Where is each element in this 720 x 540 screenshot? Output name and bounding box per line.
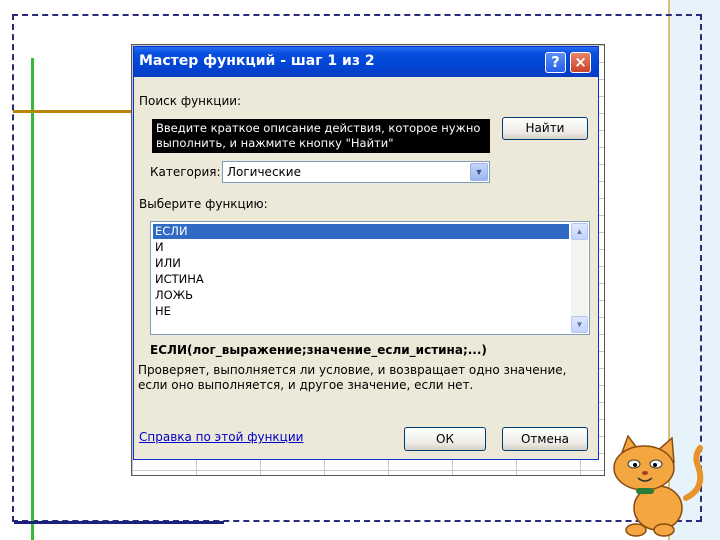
slide-gold-line <box>13 110 133 113</box>
ok-button[interactable]: ОК <box>404 427 486 451</box>
list-item[interactable]: ИЛИ <box>153 256 569 271</box>
cat-illustration <box>613 434 704 537</box>
list-scrollbar[interactable]: ▲ ▼ <box>571 223 588 333</box>
scroll-down-icon[interactable]: ▼ <box>571 316 588 333</box>
chevron-down-icon[interactable]: ▼ <box>470 163 488 181</box>
category-label: Категория: <box>150 165 221 179</box>
function-wizard-dialog: Мастер функций - шаг 1 из 2 ? × Поиск фу… <box>133 46 599 460</box>
dialog-titlebar[interactable]: Мастер функций - шаг 1 из 2 ? × <box>134 47 598 77</box>
slide-green-line <box>31 58 34 540</box>
list-item[interactable]: И <box>153 240 569 255</box>
slide-navy-line <box>14 521 224 524</box>
choose-function-label: Выберите функцию: <box>139 197 268 211</box>
cancel-button[interactable]: Отмена <box>502 427 588 451</box>
help-link[interactable]: Справка по этой функции <box>139 430 303 444</box>
scroll-up-icon[interactable]: ▲ <box>571 223 588 240</box>
close-icon[interactable]: × <box>570 52 591 73</box>
list-item[interactable]: НЕ <box>153 304 569 319</box>
function-signature: ЕСЛИ(лог_выражение;значение_если_истина;… <box>150 343 487 357</box>
category-select[interactable]: Логические ▼ <box>222 161 490 183</box>
function-list[interactable]: ЕСЛИ И ИЛИ ИСТИНА ЛОЖЬ НЕ ▲ ▼ <box>150 221 590 335</box>
category-value: Логические <box>227 165 301 179</box>
help-icon[interactable]: ? <box>545 52 566 73</box>
dialog-title: Мастер функций - шаг 1 из 2 <box>139 53 375 69</box>
find-button[interactable]: Найти <box>502 117 588 140</box>
function-description: Проверяет, выполняется ли условие, и воз… <box>138 363 567 392</box>
search-label: Поиск функции: <box>139 94 242 108</box>
list-item[interactable]: ЕСЛИ <box>153 224 569 239</box>
list-item[interactable]: ИСТИНА <box>153 272 569 287</box>
search-input[interactable]: Введите краткое описание действия, котор… <box>152 119 490 153</box>
list-item[interactable]: ЛОЖЬ <box>153 288 569 303</box>
